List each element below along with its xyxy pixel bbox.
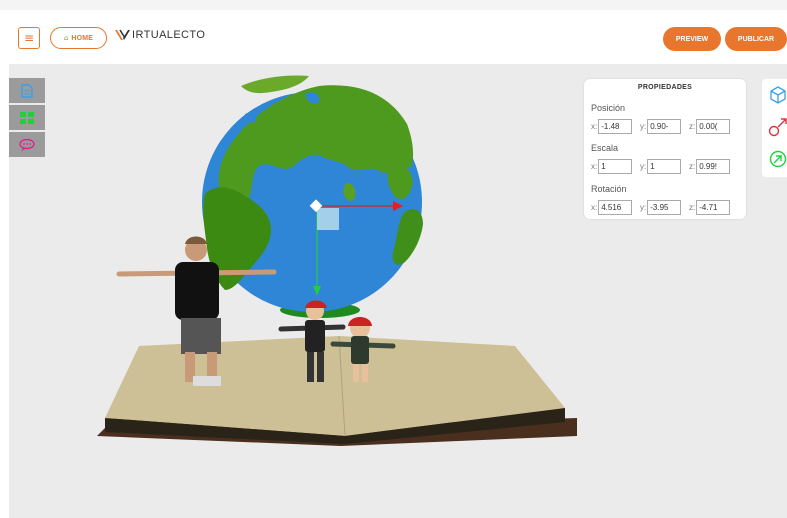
axis-x-label: x: [591,162,598,171]
position-label: Posición [591,103,626,113]
rotation-y-input[interactable]: -3.95 [647,200,682,215]
move-tool-button[interactable] [768,85,787,105]
scale-z-field: z: 0.99! [689,159,731,174]
axis-z-label: z: [689,203,696,212]
editor-page: ≡ ⌂ HOME IRTUALECTO PREVIEW PUBLICAR PRO… [0,0,787,518]
rotation-z-field: z: -4.71 [689,200,731,215]
globe-model[interactable] [202,75,423,312]
axis-y-label: y: [640,162,647,171]
axis-y-label: y: [640,203,647,212]
rotate-tool-button[interactable] [768,149,787,169]
scale-x-field: x: 1 [591,159,633,174]
position-x-field: x: -1.48 [591,119,633,134]
rotation-y-field: y: -3.95 [640,200,682,215]
menu-button[interactable]: ≡ [18,27,40,49]
logo-mark-icon [115,29,130,40]
rotation-x-field: x: 4.516 [591,200,633,215]
publish-button[interactable]: PUBLICAR [725,27,787,51]
axis-y-label: y: [640,122,647,131]
home-button[interactable]: ⌂ HOME [50,27,107,49]
document-tool-button[interactable] [9,78,45,103]
scale-icon [768,118,787,137]
preview-button[interactable]: PREVIEW [663,27,721,51]
grid-tool-button[interactable] [9,105,45,130]
axis-z-label: z: [689,122,696,131]
position-y-input[interactable]: 0.90- [647,119,682,134]
scale-tool-button[interactable] [768,117,787,137]
scale-label: Escala [591,143,619,153]
transform-toolbar [762,79,787,177]
house-icon: ⌂ [63,34,69,42]
grid-icon [20,111,34,124]
scale-z-input[interactable]: 0.99! [696,159,731,174]
scale-y-field: y: 1 [640,159,682,174]
position-y-field: y: 0.90- [640,119,682,134]
axis-x-label: x: [591,203,598,212]
virtualecto-logo: IRTUALECTO [114,28,205,42]
book-model[interactable] [97,335,577,446]
scale-x-input[interactable]: 1 [598,159,633,174]
move-3d-icon [770,86,786,104]
properties-panel: PROPIEDADES Posición x: -1.48 y: 0.90- z… [584,79,746,219]
axis-z-label: z: [689,162,696,171]
rotation-label: Rotación [591,184,627,194]
properties-title: PROPIEDADES [637,84,693,91]
position-x-input[interactable]: -1.48 [598,119,633,134]
home-label: HOME [71,34,94,42]
scale-y-input[interactable]: 1 [647,159,682,174]
document-icon [21,83,33,98]
rotate-icon [769,150,787,168]
position-z-input[interactable]: 0.00( [696,119,731,134]
logo-text: IRTUALECTO [132,29,206,41]
chat-icon [19,138,35,151]
left-toolbar [9,78,45,159]
rotation-x-input[interactable]: 4.516 [598,200,633,215]
top-bar: ≡ ⌂ HOME IRTUALECTO PREVIEW PUBLICAR [0,0,787,64]
rotation-z-input[interactable]: -4.71 [696,200,731,215]
position-z-field: z: 0.00( [689,119,731,134]
axis-x-label: x: [591,122,598,131]
chat-tool-button[interactable] [9,132,45,157]
hamburger-icon: ≡ [23,31,35,45]
